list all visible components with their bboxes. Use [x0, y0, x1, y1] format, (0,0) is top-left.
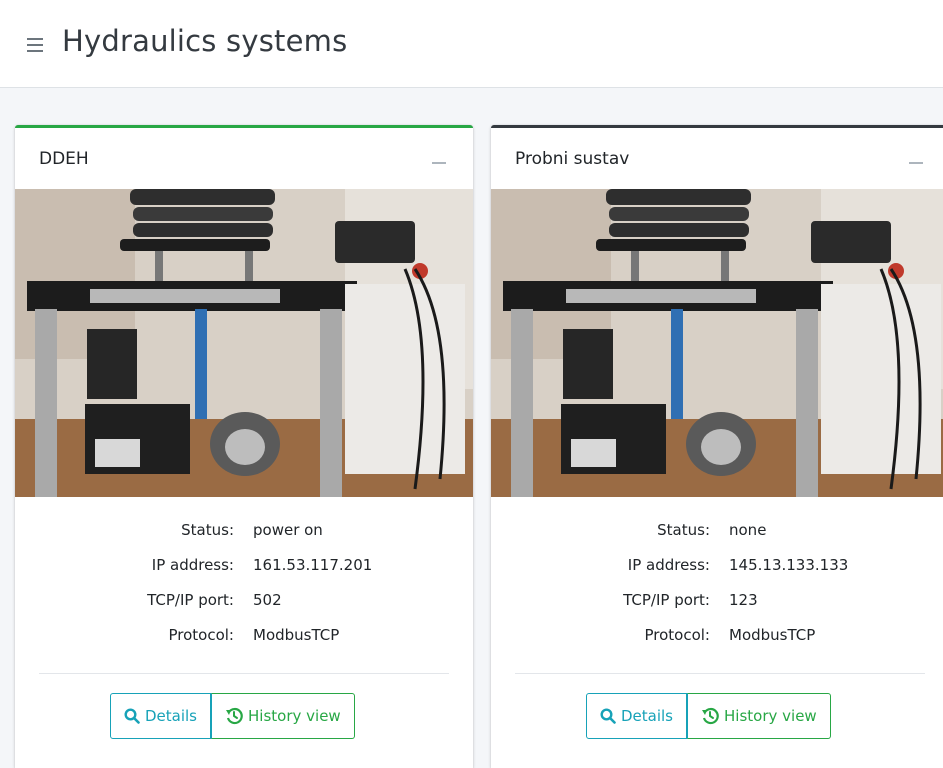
divider — [39, 673, 449, 674]
details-label: Details — [145, 707, 198, 725]
history-label: History view — [248, 707, 341, 725]
details-label: Details — [621, 707, 674, 725]
system-info: Status: none IP address: 145.13.133.133 … — [491, 513, 943, 653]
protocol-value: ModbusTCP — [253, 626, 340, 644]
hydraulic-system-photo — [491, 189, 943, 497]
history-view-button[interactable]: History view — [687, 693, 831, 739]
card-header: Probni sustav — [491, 128, 943, 188]
system-card-ddeh: DDEH Status: power on IP address: 161.53… — [15, 125, 473, 768]
protocol-row: Protocol: ModbusTCP — [15, 618, 473, 653]
details-button[interactable]: Details — [586, 693, 688, 739]
history-icon — [226, 707, 243, 725]
collapse-minus-icon[interactable] — [430, 150, 450, 166]
status-label: Status: — [657, 521, 710, 539]
port-row: TCP/IP port: 502 — [15, 583, 473, 618]
protocol-value: ModbusTCP — [729, 626, 816, 644]
search-icon — [600, 708, 616, 724]
action-buttons: Details History view — [586, 693, 831, 739]
status-label: Status: — [181, 521, 234, 539]
protocol-label: Protocol: — [168, 626, 234, 644]
history-label: History view — [724, 707, 817, 725]
ip-label: IP address: — [627, 556, 710, 574]
protocol-row: Protocol: ModbusTCP — [491, 618, 943, 653]
system-card-probni-sustav: Probni sustav Status: none IP address: 1… — [491, 125, 943, 768]
card-title: Probni sustav — [515, 149, 630, 169]
collapse-minus-icon[interactable] — [907, 150, 927, 166]
top-bar: Hydraulics systems — [0, 0, 943, 88]
ip-row: IP address: 145.13.133.133 — [491, 548, 943, 583]
history-icon — [702, 707, 719, 725]
page-title: Hydraulics systems — [62, 24, 348, 58]
card-title: DDEH — [39, 149, 89, 169]
protocol-label: Protocol: — [644, 626, 710, 644]
status-value: none — [729, 521, 767, 539]
ip-label: IP address: — [151, 556, 234, 574]
status-row: Status: power on — [15, 513, 473, 548]
ip-row: IP address: 161.53.117.201 — [15, 548, 473, 583]
port-label: TCP/IP port: — [623, 591, 710, 609]
status-row: Status: none — [491, 513, 943, 548]
details-button[interactable]: Details — [110, 693, 212, 739]
port-row: TCP/IP port: 123 — [491, 583, 943, 618]
port-label: TCP/IP port: — [147, 591, 234, 609]
action-buttons: Details History view — [110, 693, 355, 739]
card-header: DDEH — [15, 128, 473, 188]
port-value: 123 — [729, 591, 758, 609]
hamburger-menu-icon[interactable] — [27, 38, 43, 52]
ip-value: 161.53.117.201 — [253, 556, 373, 574]
ip-value: 145.13.133.133 — [729, 556, 849, 574]
search-icon — [124, 708, 140, 724]
status-value: power on — [253, 521, 323, 539]
divider — [515, 673, 925, 674]
system-info: Status: power on IP address: 161.53.117.… — [15, 513, 473, 653]
hydraulic-system-photo — [15, 189, 473, 497]
port-value: 502 — [253, 591, 282, 609]
history-view-button[interactable]: History view — [211, 693, 355, 739]
